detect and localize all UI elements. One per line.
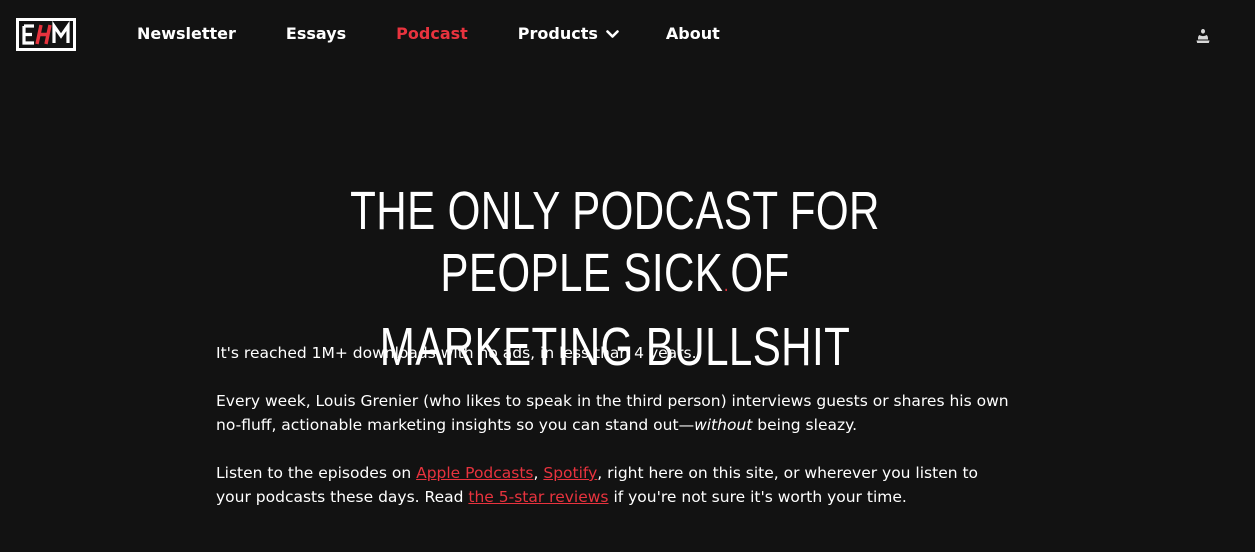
nav-products[interactable]: Products: [518, 23, 619, 45]
nav-about[interactable]: About: [666, 23, 720, 45]
ehm-logo[interactable]: [16, 18, 76, 51]
intro-copy: It's reached 1M+ downloads with no ads, …: [216, 341, 1016, 533]
paragraph-2-text-a: Every week, Louis Grenier (who likes to …: [216, 392, 1009, 434]
main-nav: Newsletter Essays Podcast Products About: [137, 23, 720, 45]
site-header: Newsletter Essays Podcast Products About: [0, 0, 1255, 68]
apple-podcasts-link[interactable]: Apple Podcasts: [416, 464, 533, 482]
paragraph-3-text-a: Listen to the episodes on: [216, 464, 417, 482]
nav-podcast[interactable]: Podcast: [396, 23, 468, 45]
intro-paragraph-1: It's reached 1M+ downloads with no ads, …: [216, 344, 697, 362]
title-dot: .: [724, 274, 729, 296]
nav-products-label: Products: [517, 24, 598, 43]
paragraph-2-text-b: being sleazy.: [752, 416, 857, 434]
paragraph-2-emphasis: without: [694, 416, 753, 434]
title-line1-a: THE ONLY PODCAST FOR PEOPLE SICK: [350, 181, 880, 303]
nav-essays[interactable]: Essays: [286, 23, 346, 45]
title-line1-b: OF: [730, 243, 790, 303]
reviews-link[interactable]: the 5-star reviews: [468, 488, 608, 506]
intro-paragraph-2: Every week, Louis Grenier (who likes to …: [216, 389, 1016, 437]
spotify-link[interactable]: Spotify: [543, 464, 597, 482]
paragraph-3-text-c: if you're not sure it's worth your time.: [608, 488, 907, 506]
intro-paragraph-3: Listen to the episodes on Apple Podcasts…: [216, 461, 1016, 509]
ehm-logo-icon: [16, 18, 76, 51]
chevron-down-icon: [606, 29, 619, 39]
link-separator: ,: [533, 464, 544, 482]
user-icon[interactable]: [1195, 28, 1211, 44]
nav-newsletter[interactable]: Newsletter: [137, 23, 236, 45]
